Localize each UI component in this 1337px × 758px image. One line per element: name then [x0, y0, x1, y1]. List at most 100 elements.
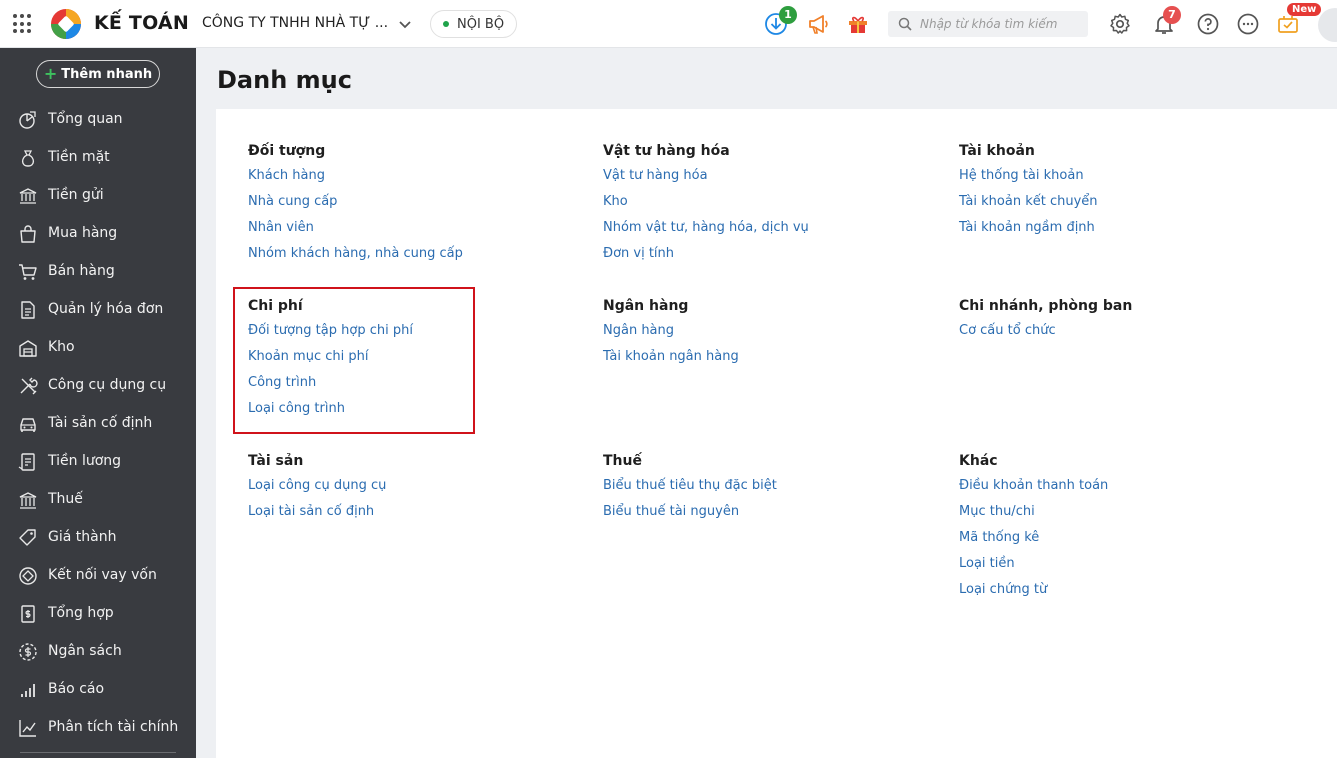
group-vat-tu-hang-hoa: Vật tư hàng hóa Vật tư hàng hóa Kho Nhóm… — [603, 141, 923, 271]
link-loai-tien[interactable]: Loại tiền — [959, 555, 1279, 581]
dashboard-icon — [19, 111, 36, 129]
link-kho[interactable]: Kho — [603, 193, 923, 219]
sidebar-item-kho[interactable]: Kho — [0, 329, 196, 367]
highlight-box-chi-phi — [233, 287, 475, 434]
sidebar-item-tien-luong[interactable]: Tiền lương — [0, 443, 196, 481]
sidebar-item-tong-hop[interactable]: Tổng hợp — [0, 595, 196, 633]
link-loai-tai-san-co-dinh[interactable]: Loại tài sản cố định — [248, 503, 568, 529]
sidebar-item-label: Công cụ dụng cụ — [48, 377, 167, 393]
sidebar-item-phan-tich-tai-chinh[interactable]: Phân tích tài chính — [0, 709, 196, 747]
link-nha-cung-cap[interactable]: Nhà cung cấp — [248, 193, 568, 219]
environment-label: NỘI BỘ — [457, 16, 505, 32]
sidebar-item-tien-gui[interactable]: Tiền gửi — [0, 177, 196, 215]
ledger-icon — [21, 605, 35, 623]
sidebar-item-label: Kho — [48, 339, 75, 355]
sidebar-item-label: Kết nối vay vốn — [48, 567, 157, 583]
sidebar-item-label: Tiền lương — [48, 453, 122, 469]
sidebar-item-ngan-sach[interactable]: Ngân sách — [0, 633, 196, 671]
group-title: Tài khoản — [959, 143, 1035, 159]
more-options-icon[interactable] — [1236, 12, 1260, 36]
salary-icon — [18, 453, 35, 471]
top-bar: KẾ TOÁN CÔNG TY TNHH NHÀ TỰ ... NỘI BỘ 1 — [0, 0, 1337, 48]
link-dieu-khoan-thanh-toan[interactable]: Điều khoản thanh toán — [959, 477, 1279, 503]
link-bieu-thue-tai-nguyen[interactable]: Biểu thuế tài nguyên — [603, 503, 923, 529]
group-title: Chi nhánh, phòng ban — [959, 298, 1133, 314]
tools-icon — [20, 377, 38, 395]
sidebar-item-label: Tiền gửi — [48, 187, 104, 203]
link-tai-khoan-ngam-dinh[interactable]: Tài khoản ngầm định — [959, 219, 1279, 245]
sidebar: + Thêm nhanh Tổng quan Tiền mặt Tiền gửi… — [0, 48, 196, 758]
sidebar-item-ban-hang[interactable]: Bán hàng — [0, 253, 196, 291]
sidebar-item-tong-quan[interactable]: Tổng quan — [0, 101, 196, 139]
warehouse-icon — [19, 340, 37, 357]
link-tai-khoan-ngan-hang[interactable]: Tài khoản ngân hàng — [603, 348, 923, 374]
sidebar-item-label: Quản lý hóa đơn — [48, 301, 164, 317]
quick-add-button[interactable]: + Thêm nhanh — [36, 60, 160, 88]
group-title: Vật tư hàng hóa — [603, 143, 730, 159]
sidebar-item-label: Báo cáo — [48, 681, 105, 697]
link-he-thong-tai-khoan[interactable]: Hệ thống tài khoản — [959, 167, 1279, 193]
status-dot-icon — [443, 21, 449, 27]
group-title: Ngân hàng — [603, 298, 689, 314]
link-co-cau-to-chuc[interactable]: Cơ cấu tổ chức — [959, 322, 1279, 348]
page-title: Danh mục — [217, 66, 352, 94]
company-name[interactable]: CÔNG TY TNHH NHÀ TỰ ... — [202, 15, 388, 31]
sidebar-item-label: Tiền mặt — [48, 149, 110, 165]
link-loai-cong-cu-dung-cu[interactable]: Loại công cụ dụng cụ — [248, 477, 568, 503]
link-nhom-vat-tu[interactable]: Nhóm vật tư, hàng hóa, dịch vụ — [603, 219, 923, 245]
link-khach-hang[interactable]: Khách hàng — [248, 167, 568, 193]
sidebar-item-ket-noi-vay-von[interactable]: Kết nối vay vốn — [0, 557, 196, 595]
sidebar-item-label: Phân tích tài chính — [48, 719, 179, 735]
new-badge: New — [1287, 3, 1322, 16]
group-thue: Thuế Biểu thuế tiêu thụ đặc biệt Biểu th… — [603, 451, 923, 529]
app-logo-icon — [51, 9, 81, 39]
analysis-icon — [19, 720, 36, 737]
help-icon[interactable] — [1196, 12, 1220, 36]
gear-icon[interactable] — [1108, 12, 1132, 36]
sidebar-item-label: Ngân sách — [48, 643, 122, 659]
sidebar-item-label: Mua hàng — [48, 225, 118, 241]
group-khac: Khác Điều khoản thanh toán Mục thu/chi M… — [959, 451, 1279, 607]
app-grid-icon[interactable] — [13, 14, 33, 34]
sidebar-item-label: Thuế — [48, 491, 83, 507]
search-icon — [898, 17, 912, 31]
search-input[interactable] — [920, 14, 1080, 34]
group-tai-khoan: Tài khoản Hệ thống tài khoản Tài khoản k… — [959, 141, 1279, 245]
sidebar-item-label: Tổng hợp — [48, 605, 114, 621]
group-title: Tài sản — [248, 453, 304, 469]
sidebar-item-tai-san-co-dinh[interactable]: Tài sản cố định — [0, 405, 196, 443]
gift-icon[interactable] — [846, 12, 870, 36]
link-ngan-hang[interactable]: Ngân hàng — [603, 322, 923, 348]
sidebar-item-label: Tổng quan — [48, 111, 123, 127]
link-loai-chung-tu[interactable]: Loại chứng từ — [959, 581, 1279, 607]
notification-badge: 7 — [1163, 6, 1181, 24]
environment-badge[interactable]: NỘI BỘ — [430, 10, 518, 38]
link-bieu-thue-tieu-thu-dac-biet[interactable]: Biểu thuế tiêu thụ đặc biệt — [603, 477, 923, 503]
link-don-vi-tinh[interactable]: Đơn vị tính — [603, 245, 923, 271]
link-muc-thu-chi[interactable]: Mục thu/chi — [959, 503, 1279, 529]
group-doi-tuong: Đối tượng Khách hàng Nhà cung cấp Nhân v… — [248, 141, 568, 271]
sidebar-item-label: Giá thành — [48, 529, 117, 545]
link-nhan-vien[interactable]: Nhân viên — [248, 219, 568, 245]
sidebar-item-label: Bán hàng — [48, 263, 115, 279]
download-badge: 1 — [779, 6, 797, 24]
plus-icon: + — [43, 64, 58, 83]
link-vat-tu-hang-hoa[interactable]: Vật tư hàng hóa — [603, 167, 923, 193]
sidebar-item-cong-cu-dung-cu[interactable]: Công cụ dụng cụ — [0, 367, 196, 405]
sidebar-item-thue[interactable]: Thuế — [0, 481, 196, 519]
chevron-down-icon[interactable] — [396, 15, 414, 33]
sidebar-item-bao-cao[interactable]: Báo cáo — [0, 671, 196, 709]
search-box[interactable] — [888, 11, 1088, 37]
avatar[interactable] — [1318, 8, 1337, 42]
link-nhom-khach-hang-nha-cung-cap[interactable]: Nhóm khách hàng, nhà cung cấp — [248, 245, 568, 271]
sidebar-item-label: Tài sản cố định — [48, 415, 153, 431]
sidebar-item-quan-ly-hoa-don[interactable]: Quản lý hóa đơn — [0, 291, 196, 329]
sidebar-item-mua-hang[interactable]: Mua hàng — [0, 215, 196, 253]
link-tai-khoan-ket-chuyen[interactable]: Tài khoản kết chuyển — [959, 193, 1279, 219]
price-tag-icon — [19, 529, 36, 546]
megaphone-icon[interactable] — [806, 12, 830, 36]
cart-icon — [19, 264, 37, 280]
link-ma-thong-ke[interactable]: Mã thống kê — [959, 529, 1279, 555]
sidebar-item-gia-thanh[interactable]: Giá thành — [0, 519, 196, 557]
sidebar-item-tien-mat[interactable]: Tiền mặt — [0, 139, 196, 177]
